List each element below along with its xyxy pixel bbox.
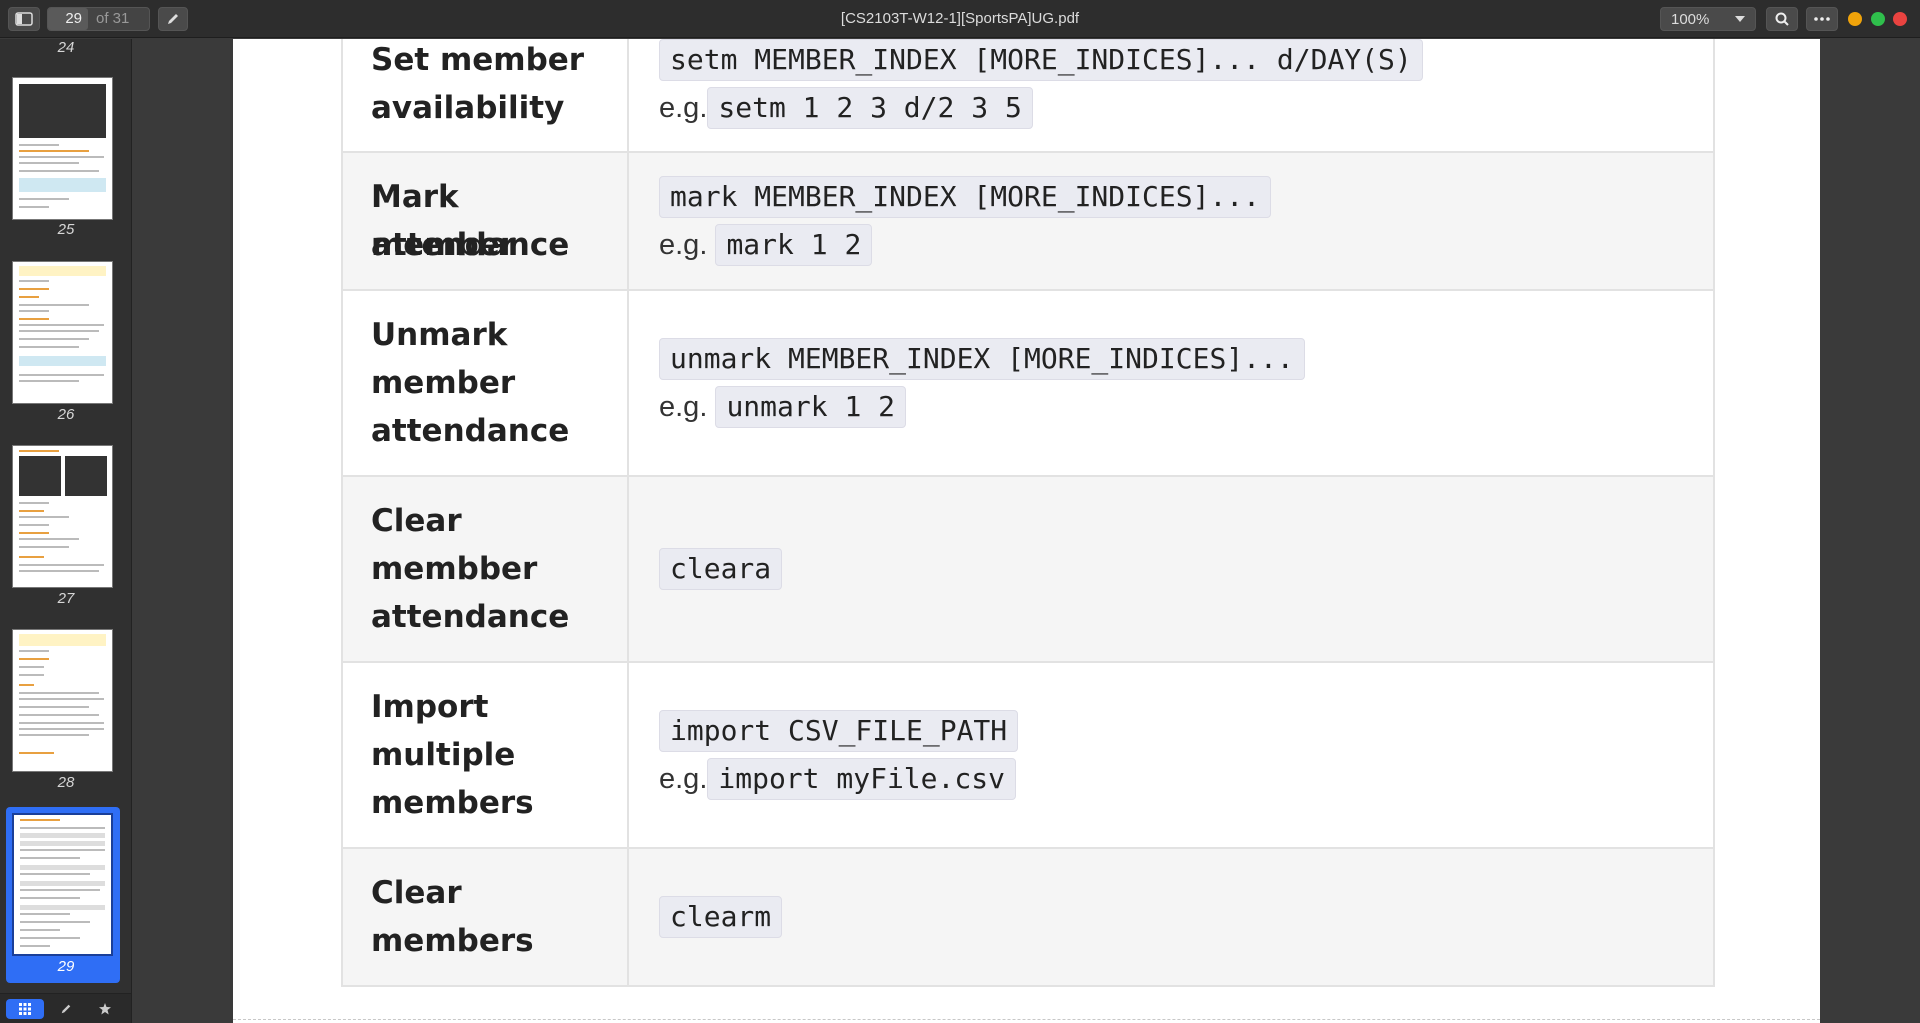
thumbnail-label: 26 <box>57 406 75 423</box>
format-cell: unmark MEMBER_INDEX [MORE_INDICES]... e.… <box>627 289 1715 477</box>
search-button[interactable] <box>1766 7 1798 31</box>
thumbnail-label: 29 <box>57 958 75 975</box>
action-cell: Mark member attendance <box>341 151 629 291</box>
page-thumbnail-28[interactable] <box>12 629 113 772</box>
sidebar-footer <box>0 993 131 1023</box>
command-format: mark MEMBER_INDEX [MORE_INDICES]... <box>659 176 1272 218</box>
page-number-input[interactable]: 29 <box>48 8 88 30</box>
pencil-icon <box>61 1004 71 1014</box>
action-cell: Unmark member attendance <box>341 289 629 477</box>
thumbnail-label: 24 <box>57 39 75 56</box>
annotate-button[interactable] <box>158 7 188 31</box>
sidebar-toggle-icon <box>15 12 33 26</box>
command-format: unmark MEMBER_INDEX [MORE_INDICES]... <box>659 338 1305 380</box>
command-summary-table: Set member availability setm MEMBER_INDE… <box>341 39 1715 987</box>
close-button[interactable] <box>1893 12 1907 26</box>
bookmarks-tab[interactable] <box>86 999 124 1019</box>
command-example: unmark 1 2 <box>715 386 907 428</box>
zoom-select[interactable]: 100% <box>1660 7 1756 31</box>
format-cell: mark MEMBER_INDEX [MORE_INDICES]... e.g.… <box>627 151 1715 291</box>
more-icon <box>1814 17 1830 21</box>
thumbnail-label: 28 <box>57 774 75 791</box>
thumbnail-label: 25 <box>57 221 75 238</box>
minimize-button[interactable] <box>1848 12 1862 26</box>
annotations-tab[interactable] <box>47 999 85 1019</box>
command-format: import CSV_FILE_PATH <box>659 710 1019 752</box>
example-prefix: e.g. <box>659 91 708 124</box>
action-cell: Import multiple members <box>341 661 629 849</box>
star-icon <box>99 1003 111 1015</box>
document-viewer[interactable]: Set member availability setm MEMBER_INDE… <box>133 39 1920 1023</box>
more-button[interactable] <box>1806 7 1838 31</box>
title-bar: 29 of 31 [CS2103T-W12-1][SportsPA]UG.pdf… <box>0 0 1920 38</box>
table-row: Unmark member attendance unmark MEMBER_I… <box>341 289 1715 477</box>
page-thumbnail-27[interactable] <box>12 445 113 588</box>
action-cell: Set member availability <box>341 39 629 153</box>
pdf-page: Set member availability setm MEMBER_INDE… <box>233 39 1820 1023</box>
thumbnails-tab[interactable] <box>6 999 44 1019</box>
command-example: mark 1 2 <box>715 224 873 266</box>
table-row: Clear members clearm <box>341 847 1715 987</box>
pencil-icon <box>168 14 178 24</box>
command-format: clearm <box>659 896 783 938</box>
search-icon <box>1775 12 1789 26</box>
table-row: Clear membber attendance cleara <box>341 475 1715 663</box>
thumbnail-label: 27 <box>57 590 75 607</box>
table-row: Mark member attendance mark MEMBER_INDEX… <box>341 151 1715 291</box>
table-row: Set member availability setm MEMBER_INDE… <box>341 39 1715 153</box>
page-thumbnail-26[interactable] <box>12 261 113 404</box>
page-thumbnail-29[interactable] <box>12 813 113 956</box>
sidebar-toggle-button[interactable] <box>8 7 40 31</box>
table-row: Import multiple members import CSV_FILE_… <box>341 661 1715 849</box>
action-cell: Clear members <box>341 847 629 987</box>
thumbnail-sidebar: 24 25 26 27 28 29 <box>0 39 132 1023</box>
command-example: setm 1 2 3 d/2 3 5 <box>707 86 1033 129</box>
command-example: import myFile.csv <box>707 758 1016 800</box>
document-title: [CS2103T-W12-1][SportsPA]UG.pdf <box>840 10 1080 27</box>
command-format: cleara <box>659 548 783 590</box>
maximize-button[interactable] <box>1871 12 1885 26</box>
action-cell: Clear membber attendance <box>341 475 629 663</box>
format-cell: import CSV_FILE_PATH e.g. import myFile.c… <box>627 661 1715 849</box>
format-cell: cleara <box>627 475 1715 663</box>
example-prefix: e.g. <box>659 229 708 261</box>
zoom-value: 100% <box>1671 10 1710 28</box>
chevron-down-icon <box>1735 16 1745 22</box>
command-format: setm MEMBER_INDEX [MORE_INDICES]... d/DA… <box>659 39 1423 81</box>
format-cell: clearm <box>627 847 1715 987</box>
page-thumbnail-25[interactable] <box>12 77 113 220</box>
example-prefix: e.g. <box>659 763 708 795</box>
page-total-label: of 31 <box>96 10 130 27</box>
page-break <box>233 1019 1820 1020</box>
example-prefix: e.g. <box>659 391 708 423</box>
grid-icon <box>19 1003 31 1015</box>
page-navigator: 29 of 31 <box>47 7 150 31</box>
format-cell: setm MEMBER_INDEX [MORE_INDICES]... d/DA… <box>627 39 1715 153</box>
